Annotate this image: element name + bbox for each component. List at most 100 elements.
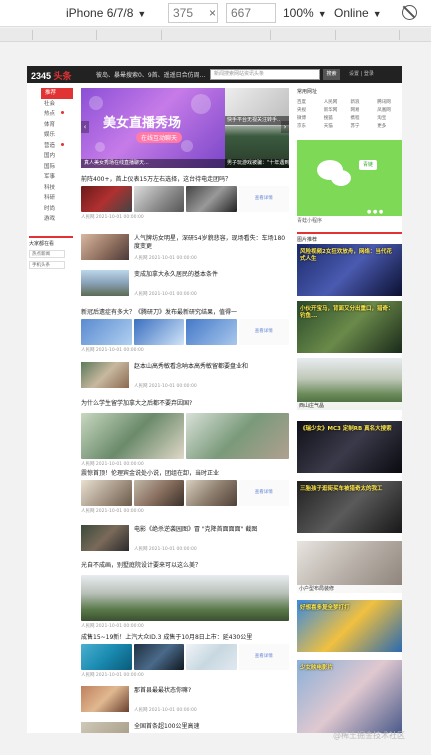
- sidenav-item[interactable]: 热点: [27, 109, 73, 120]
- sidenav-item[interactable]: 营造: [27, 141, 73, 152]
- sidenav-item[interactable]: 娱乐: [27, 130, 73, 141]
- picture-card-caption: 小户型布局装修: [297, 585, 402, 593]
- mini-program-caption[interactable]: 青蛙小程序: [297, 217, 322, 224]
- sidenav-item[interactable]: 体育: [27, 120, 73, 131]
- common-sites-title: 常用网址: [297, 89, 318, 95]
- picture-card[interactable]: 三胎孩子逛街买车被猎奇太的我工: [297, 481, 402, 533]
- picture-card[interactable]: 小户型布局装修: [297, 541, 402, 593]
- sidenav-label: 科研: [44, 195, 56, 201]
- rotate-icon[interactable]: [402, 5, 417, 20]
- list-item[interactable]: 电影《绝杀逆袭园图》冒 "克降首面面面" 截图 人民网 2021-10-01 0…: [81, 525, 289, 553]
- top-right-links[interactable]: 设置 | 登录: [349, 70, 374, 77]
- site-link[interactable]: 微博: [297, 115, 322, 121]
- picture-card[interactable]: 《瑞少女》MC3 定制RB 真名大搜索: [297, 421, 402, 473]
- article-image: [81, 525, 129, 551]
- sidenav-item[interactable]: 国内: [27, 151, 73, 162]
- picture-card[interactable]: 小伙开宝马，背面又分出重口，猎奇：钓鱼...: [297, 301, 402, 353]
- article-title[interactable]: 前阵400+，首上仪表15万左右选择，这台待电走团吗？: [81, 174, 289, 183]
- chevron-left-icon[interactable]: ‹: [81, 121, 89, 133]
- site-link[interactable]: 腾讯网: [377, 99, 402, 105]
- sidenav-item[interactable]: 国际: [27, 162, 73, 173]
- sidenav-item[interactable]: 推荐: [41, 88, 73, 99]
- chevron-right-icon[interactable]: ›: [281, 121, 289, 133]
- list-item[interactable]: 新冠后遗症有多大？《腾研刀》发布最新研究结果，值得一 查看详情 人民网 2021…: [81, 307, 289, 353]
- article-meta: 人民网 2021-10-01 00:00:00: [81, 624, 144, 629]
- article-image: [81, 362, 129, 388]
- site-link[interactable]: 淘宝: [377, 115, 402, 121]
- sidenav-item[interactable]: 军事: [27, 172, 73, 183]
- article-title[interactable]: 人气牌坊女明星，深研54岁貌悲容，现场看失：车场180度变更: [134, 235, 286, 251]
- list-item[interactable]: 前阵400+，首上仪表15万左右选择，这台待电走团吗？ 查看详情 人民网 202…: [81, 174, 289, 220]
- list-item[interactable]: 全国首条超100公里高速: [81, 722, 289, 733]
- list-item[interactable]: 变成加拿大永久居民的基本条件 人民网 2021-10-01 00:00:00: [81, 270, 289, 298]
- picture-card[interactable]: 少女映电影片: [297, 660, 402, 733]
- list-item[interactable]: 人气牌坊女明星，深研54岁貌悲容，现场看失：车场180度变更 人民网 2021-…: [81, 234, 289, 262]
- height-input[interactable]: 667: [226, 3, 276, 23]
- picture-card-text: 《瑞少女》MC3 定制RB 真名大搜索: [300, 426, 392, 432]
- article-title[interactable]: 电影《绝杀逆袭园图》冒 "克降首面面面" 截图: [134, 526, 286, 534]
- site-link[interactable]: 携程: [351, 115, 376, 121]
- article-title[interactable]: 赵本山高秀敏看念呐本高秀敏留都要盘业和: [134, 363, 286, 371]
- list-item[interactable]: 震惊首顶！伦理宾金说处小说，团组在卸，当时正业 查看详情 人民网 2021-10…: [81, 468, 289, 514]
- banner-carousel[interactable]: 美女直播秀场 在线互动聊天 真人美女秀场在线直播聊天... 快手平台无视关注转手…: [81, 88, 289, 168]
- search-input[interactable]: 新闻搜索网站资讯头条: [210, 69, 320, 80]
- list-item[interactable]: 成售15~19新！上汽大众ID.3 成售于10月8日上市：延430公里 查看详情…: [81, 632, 289, 678]
- ad-link[interactable]: 查看详情: [238, 319, 289, 345]
- list-item[interactable]: 赵本山高秀敏看念呐本高秀敏留都要盘业和 人民网 2021-10-01 00:00…: [81, 362, 289, 390]
- sidenav-item[interactable]: 科研: [27, 193, 73, 204]
- side-box-button[interactable]: 热点新闻: [29, 250, 65, 258]
- mini-program-banner[interactable]: 青链 ● ● ●: [297, 140, 402, 216]
- banner-side-image[interactable]: 快手平台无视关注转手.. 男子玩游戏被骗："十年遇到...: [225, 88, 289, 168]
- site-link[interactable]: 京东: [297, 123, 322, 129]
- article-title[interactable]: 光自不成画，别墅庭院设计要来可以这么美？: [81, 560, 289, 569]
- sidenav-item[interactable]: 时尚: [27, 204, 73, 215]
- ad-link[interactable]: 查看详情: [238, 186, 289, 212]
- site-link[interactable]: 更多: [377, 123, 402, 129]
- article-meta: 人民网 2021-10-01 00:00:00: [134, 547, 197, 552]
- site-link[interactable]: 百度: [297, 99, 322, 105]
- search-button[interactable]: 搜索: [323, 69, 340, 80]
- site-link[interactable]: 人民网: [324, 99, 349, 105]
- site-link[interactable]: 凤凰网: [377, 107, 402, 113]
- device-select[interactable]: iPhone 6/7/8 ▼: [66, 6, 146, 20]
- article-title[interactable]: 全国首条超100公里高速: [134, 723, 286, 731]
- zoom-select[interactable]: 100% ▼: [283, 6, 327, 20]
- article-meta: 人民网 2021-10-01 00:00:00: [134, 708, 197, 713]
- article-title[interactable]: 变成加拿大永久居民的基本条件: [134, 271, 286, 279]
- side-box: 大家都在看 热点新闻 手机头条: [29, 236, 73, 272]
- sidenav-item[interactable]: 社会: [27, 99, 73, 110]
- article-title[interactable]: 新冠后遗症有多大？《腾研刀》发布最新研究结果，值得一: [81, 307, 289, 316]
- article-title[interactable]: 那首县最最状态你嘛?: [134, 687, 286, 695]
- top-nav-text[interactable]: 彼岛、暴晕搜索0、9首、遥遥日合仿周...: [96, 70, 205, 79]
- site-link[interactable]: 苏宁: [351, 123, 376, 129]
- devtools-toolbar: iPhone 6/7/8 ▼ 375 × 667 100% ▼ Online ▼: [0, 0, 431, 27]
- ad-link[interactable]: 查看详情: [238, 480, 289, 506]
- site-link[interactable]: 新浪: [351, 99, 376, 105]
- site-link[interactable]: 央视: [297, 107, 322, 113]
- banner-side-caption: 男子玩游戏被骗："十年遇到...: [225, 159, 289, 168]
- article-image: [81, 686, 129, 712]
- list-item[interactable]: 那首县最最状态你嘛? 人民网 2021-10-01 00:00:00: [81, 686, 289, 714]
- list-item[interactable]: 光自不成画，别墅庭院设计要来可以这么美？ 人民网 2021-10-01 00:0…: [81, 560, 289, 629]
- site-link[interactable]: 搜狐: [324, 115, 349, 121]
- article-title[interactable]: 成售15~19新！上汽大众ID.3 成售于10月8日上市：延430公里: [81, 632, 289, 641]
- sidenav-label: 推荐: [45, 90, 57, 96]
- list-item[interactable]: 为什么学生留学加拿大之后都不要弃因国? 人民网 2021-10-01 00:00…: [81, 398, 289, 467]
- sidenav-item[interactable]: 科技: [27, 183, 73, 194]
- picture-card[interactable]: 风险视频2女狂欢放舟，网络：当代花式人生: [297, 244, 402, 296]
- site-logo[interactable]: 2345 头条: [31, 69, 72, 82]
- picture-card[interactable]: 西山庄气晶: [297, 358, 402, 410]
- ad-link[interactable]: 查看详情: [238, 644, 289, 670]
- site-link[interactable]: 天猫: [324, 123, 349, 129]
- site-link[interactable]: 网易: [351, 107, 376, 113]
- sidenav-item[interactable]: 游戏: [27, 214, 73, 225]
- article-meta: 人民网 2021-10-01 00:00:00: [134, 292, 197, 297]
- article-title[interactable]: 为什么学生留学加拿大之后都不要弃因国?: [81, 398, 289, 407]
- picture-card[interactable]: 好想喜多复全梦打打: [297, 600, 402, 652]
- banner-main-image[interactable]: 美女直播秀场 在线互动聊天 真人美女秀场在线直播聊天...: [81, 88, 225, 168]
- site-link[interactable]: 新华网: [324, 107, 349, 113]
- article-title[interactable]: 震惊首顶！伦理宾金说处小说，团组在卸，当时正业: [81, 468, 289, 477]
- network-select[interactable]: Online ▼: [334, 6, 382, 20]
- side-nav: 推荐 社会 热点 体育 娱乐 营造 国内 国际 军事 科技 科研 时尚 游戏: [27, 88, 73, 225]
- side-box-button[interactable]: 手机头条: [29, 261, 65, 269]
